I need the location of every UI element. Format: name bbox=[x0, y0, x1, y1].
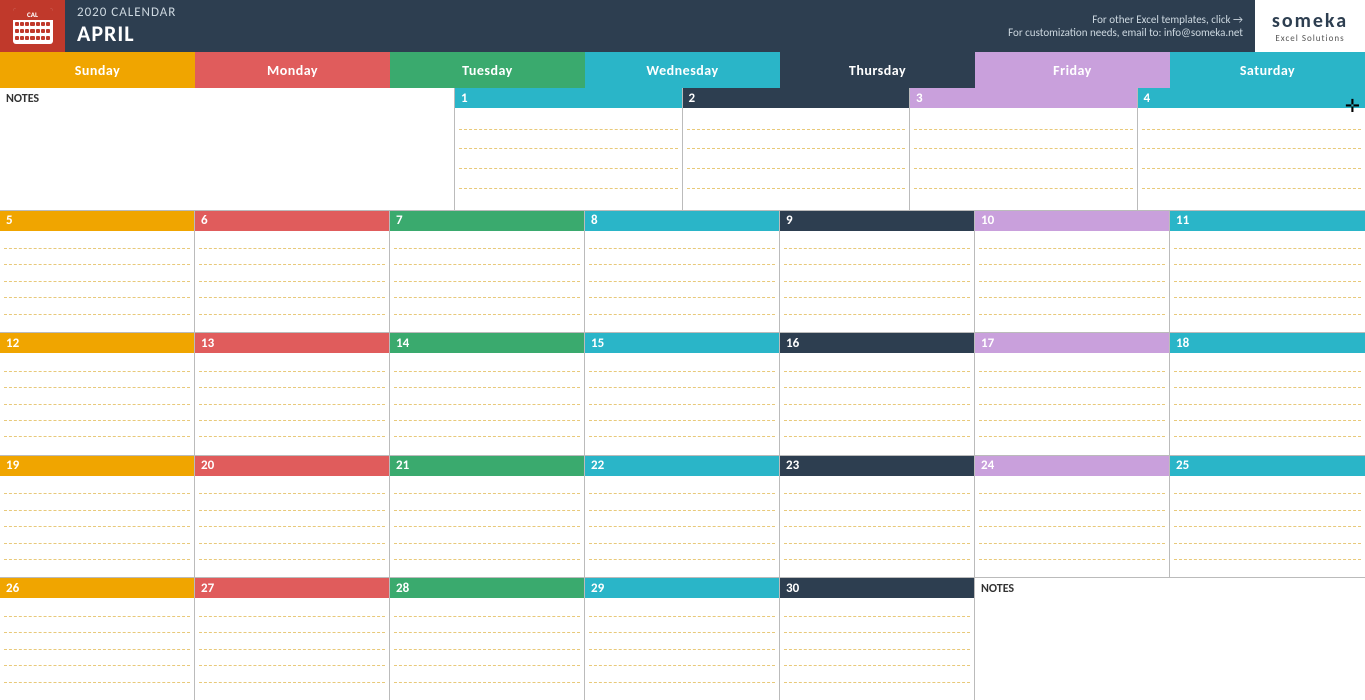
tagline1: For other Excel templates, click → bbox=[1092, 13, 1243, 26]
day-headers: Sunday Monday Tuesday Wednesday Thursday… bbox=[0, 52, 1365, 88]
day-num-25: 25 bbox=[1170, 456, 1365, 476]
day-cell-26[interactable]: 26 bbox=[0, 578, 195, 700]
month-title: APRIL bbox=[77, 20, 660, 47]
day-num-19: 19 bbox=[0, 456, 194, 476]
day-cell-27[interactable]: 27 bbox=[195, 578, 390, 700]
brand-name: someka bbox=[1272, 9, 1348, 33]
day-num-27: 27 bbox=[195, 578, 389, 598]
header-logo: CAL bbox=[0, 0, 65, 52]
day-cell-21[interactable]: 21 bbox=[390, 456, 585, 578]
day-num-29: 29 bbox=[585, 578, 779, 598]
day-cell-6[interactable]: 6 bbox=[195, 211, 390, 333]
notes-top-label: NOTES bbox=[0, 88, 454, 110]
week-row-4: 19 20 21 22 23 24 25 bbox=[0, 456, 1365, 579]
day-cell-24[interactable]: 24 bbox=[975, 456, 1170, 578]
notes-bottom-cell[interactable]: NOTES bbox=[975, 578, 1365, 700]
week-row-2: 5 6 7 8 9 10 11 bbox=[0, 211, 1365, 334]
day-num-11: 11 bbox=[1170, 211, 1365, 231]
day-num-18: 18 bbox=[1170, 333, 1365, 353]
wednesday-header: Wednesday bbox=[585, 52, 780, 88]
day-num-22: 22 bbox=[585, 456, 779, 476]
day-cell-12[interactable]: 12 bbox=[0, 333, 195, 455]
calendar-body: NOTES 1 2 3 bbox=[0, 88, 1365, 700]
day-cell-14[interactable]: 14 bbox=[390, 333, 585, 455]
day-cell-5[interactable]: 5 bbox=[0, 211, 195, 333]
header: CAL 2020 CALENDAR APRIL For other Excel … bbox=[0, 0, 1365, 52]
day-cell-8[interactable]: 8 bbox=[585, 211, 780, 333]
day-num-9: 9 bbox=[780, 211, 974, 231]
day-cell-4[interactable]: 4 bbox=[1138, 88, 1365, 210]
friday-header: Friday bbox=[975, 52, 1170, 88]
sunday-header: Sunday bbox=[0, 52, 195, 88]
day-num-8: 8 bbox=[585, 211, 779, 231]
day-num-23: 23 bbox=[780, 456, 974, 476]
day-cell-11[interactable]: 11 bbox=[1170, 211, 1365, 333]
header-titles: 2020 CALENDAR APRIL bbox=[65, 0, 660, 52]
day-num-3: 3 bbox=[910, 88, 1137, 108]
day-num-26: 26 bbox=[0, 578, 194, 598]
day-num-15: 15 bbox=[585, 333, 779, 353]
day-num-5: 5 bbox=[0, 211, 194, 231]
week-row-3: 12 13 14 15 16 17 18 bbox=[0, 333, 1365, 456]
day-cell-1[interactable]: 1 bbox=[455, 88, 683, 210]
day-num-21: 21 bbox=[390, 456, 584, 476]
day-cell-30[interactable]: 30 bbox=[780, 578, 975, 700]
day-cell-29[interactable]: 29 bbox=[585, 578, 780, 700]
day-num-4: 4 bbox=[1138, 88, 1365, 108]
thursday-header: Thursday bbox=[780, 52, 975, 88]
day-cell-20[interactable]: 20 bbox=[195, 456, 390, 578]
day-cell-17[interactable]: 17 bbox=[975, 333, 1170, 455]
day-num-12: 12 bbox=[0, 333, 194, 353]
week-row-5: 26 27 28 29 30 NOTES bbox=[0, 578, 1365, 700]
day-cell-15[interactable]: 15 bbox=[585, 333, 780, 455]
day-cell-25[interactable]: 25 bbox=[1170, 456, 1365, 578]
monday-header: Monday bbox=[195, 52, 390, 88]
day-cell-3[interactable]: 3 bbox=[910, 88, 1138, 210]
day-cell-19[interactable]: 19 bbox=[0, 456, 195, 578]
day-num-30: 30 bbox=[780, 578, 974, 598]
header-taglines: For other Excel templates, click → For c… bbox=[660, 0, 1255, 52]
brand-sub: Excel Solutions bbox=[1275, 33, 1344, 44]
tagline2: For customization needs, email to: info@… bbox=[1008, 26, 1243, 39]
day-cell-22[interactable]: 22 bbox=[585, 456, 780, 578]
day-num-17: 17 bbox=[975, 333, 1169, 353]
day-num-28: 28 bbox=[390, 578, 584, 598]
day-num-24: 24 bbox=[975, 456, 1169, 476]
day-num-6: 6 bbox=[195, 211, 389, 231]
notes-top-cell[interactable]: NOTES bbox=[0, 88, 455, 210]
day-cell-2[interactable]: 2 bbox=[683, 88, 911, 210]
day-num-1: 1 bbox=[455, 88, 682, 108]
day-num-10: 10 bbox=[975, 211, 1169, 231]
day-num-2: 2 bbox=[683, 88, 910, 108]
day-cell-13[interactable]: 13 bbox=[195, 333, 390, 455]
day-num-20: 20 bbox=[195, 456, 389, 476]
day-num-13: 13 bbox=[195, 333, 389, 353]
day-cell-10[interactable]: 10 bbox=[975, 211, 1170, 333]
day-cell-18[interactable]: 18 bbox=[1170, 333, 1365, 455]
calendar-icon: CAL bbox=[13, 8, 53, 44]
day-cell-28[interactable]: 28 bbox=[390, 578, 585, 700]
saturday-header: Saturday bbox=[1170, 52, 1365, 88]
day-num-7: 7 bbox=[390, 211, 584, 231]
day-cell-16[interactable]: 16 bbox=[780, 333, 975, 455]
day-cell-23[interactable]: 23 bbox=[780, 456, 975, 578]
day-num-16: 16 bbox=[780, 333, 974, 353]
calendar-year-title: 2020 CALENDAR bbox=[77, 5, 660, 20]
week-row-1: NOTES 1 2 3 bbox=[0, 88, 1365, 211]
notes-bottom-label: NOTES bbox=[975, 578, 1365, 600]
day-cell-7[interactable]: 7 bbox=[390, 211, 585, 333]
brand-logo: someka Excel Solutions bbox=[1255, 0, 1365, 52]
day-cell-9[interactable]: 9 bbox=[780, 211, 975, 333]
tuesday-header: Tuesday bbox=[390, 52, 585, 88]
day-num-14: 14 bbox=[390, 333, 584, 353]
